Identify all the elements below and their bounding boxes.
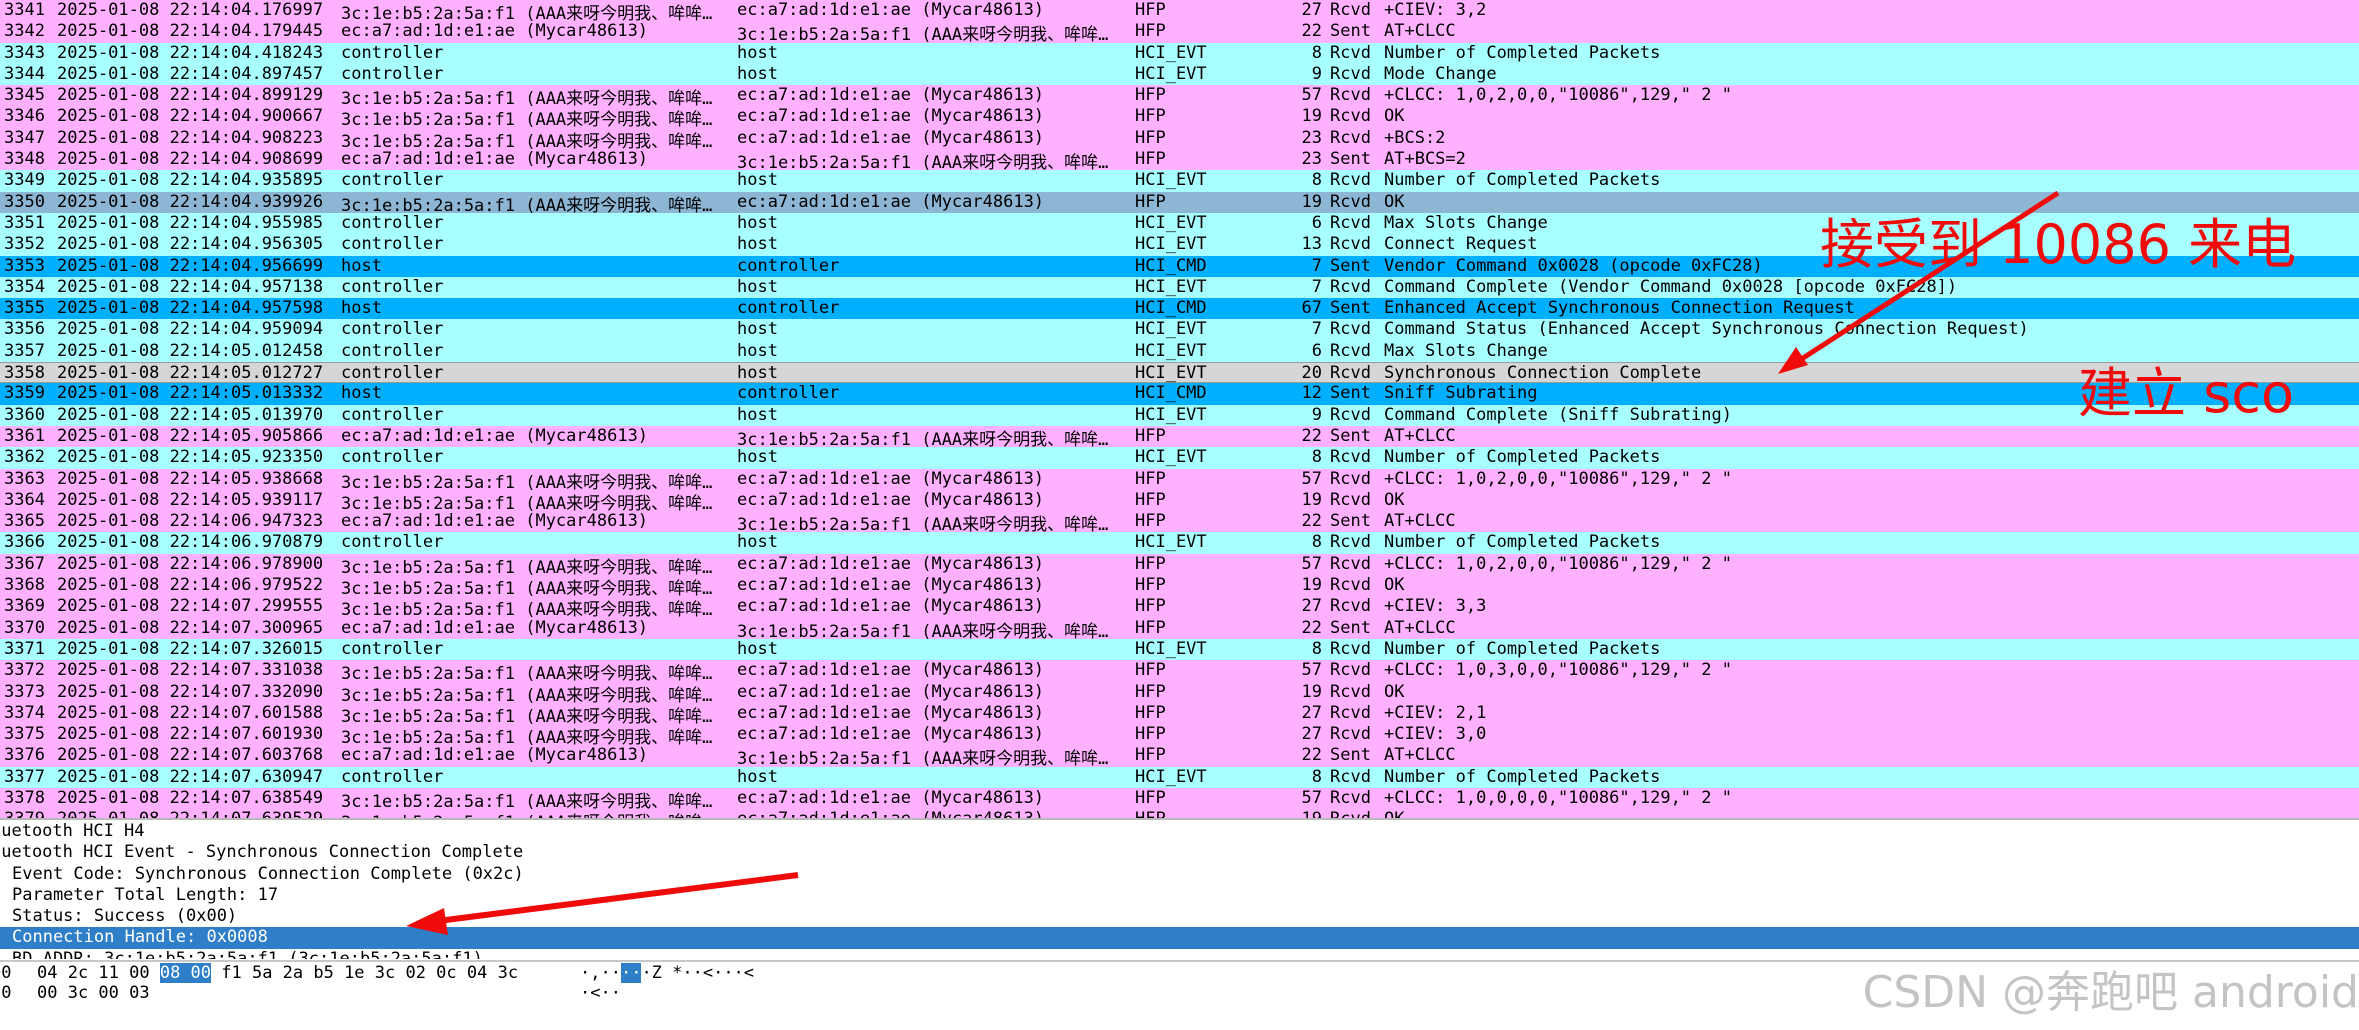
arrow-to-connection-handle — [406, 872, 799, 935]
annotation-sco-setup: 建立 sco — [2078, 362, 2295, 425]
watermark: CSDN @奔跑吧 android — [1862, 967, 2359, 1018]
annotation-incoming-call: 接受到 10086 来电 — [1820, 213, 2297, 276]
annotation-arrows — [406, 190, 2060, 935]
